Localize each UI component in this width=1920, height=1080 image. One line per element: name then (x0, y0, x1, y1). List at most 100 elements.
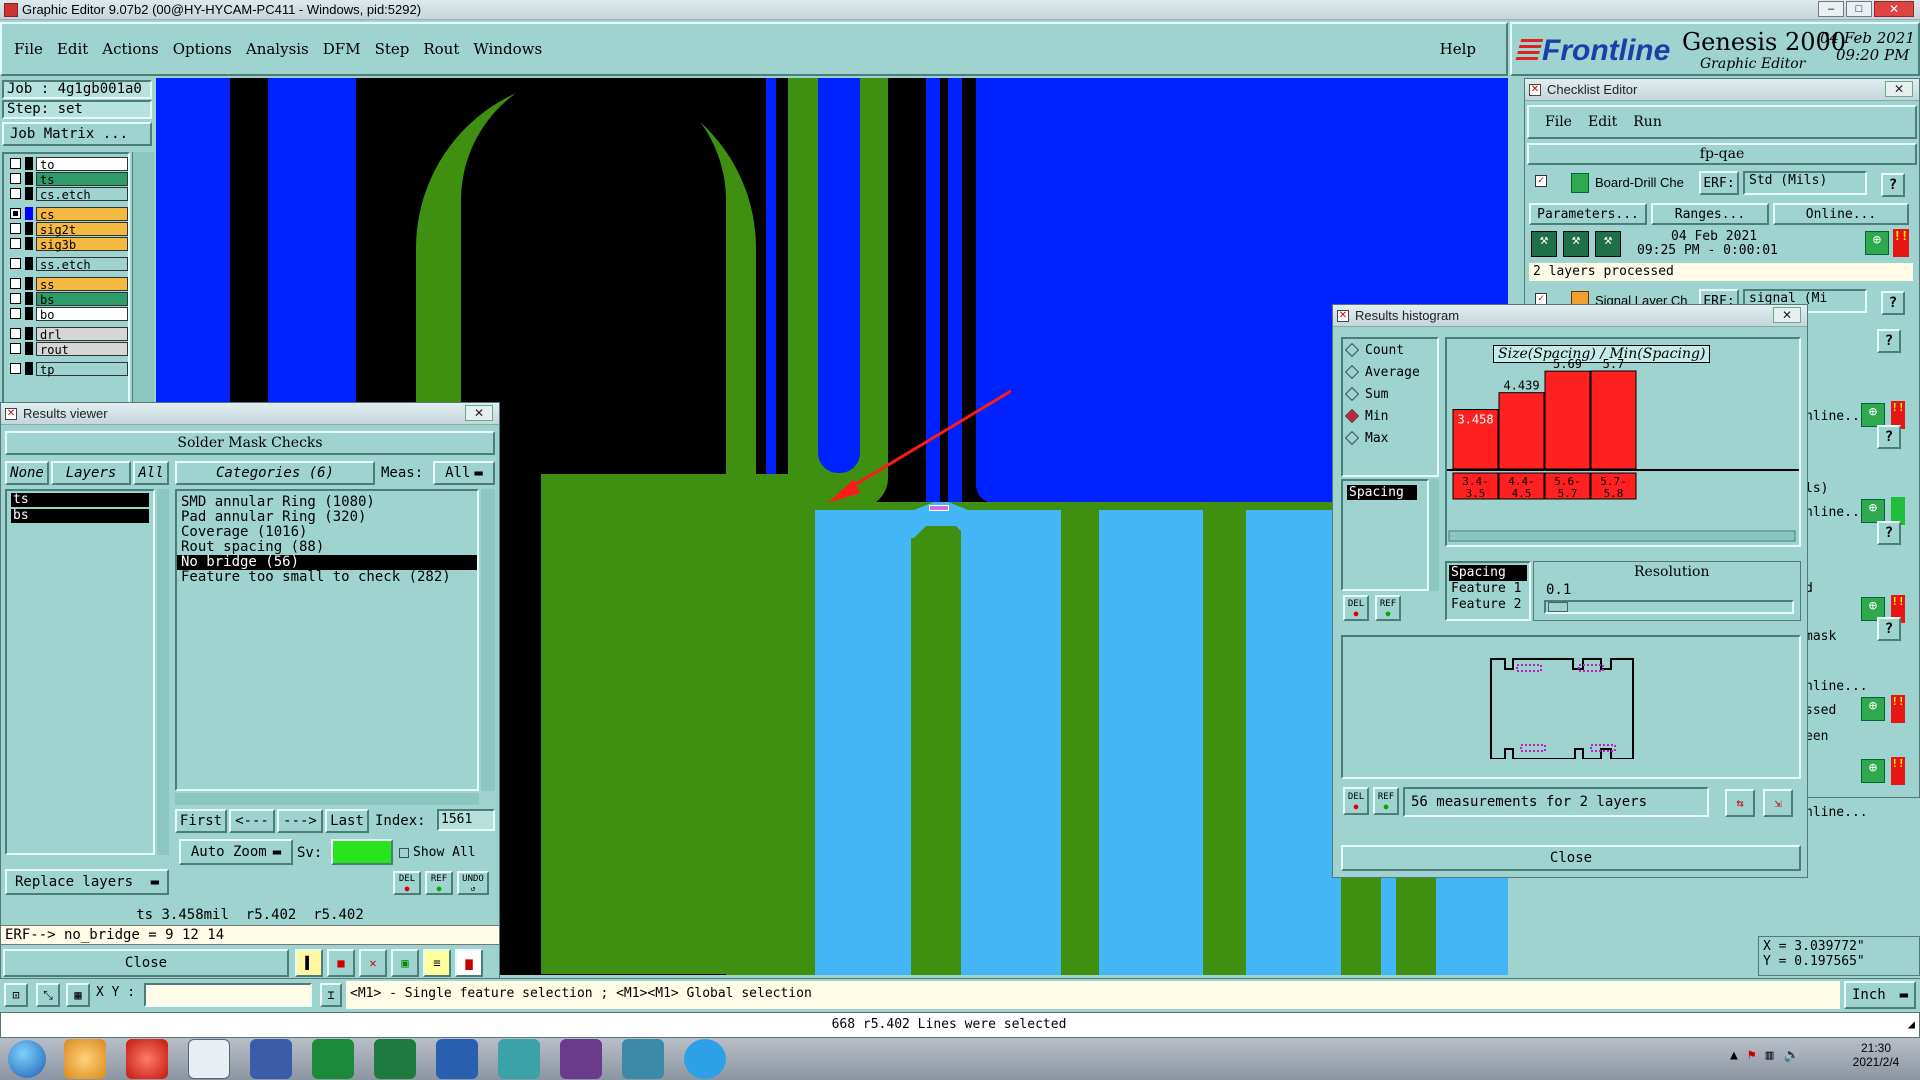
layer-checkbox[interactable] (10, 238, 21, 249)
help-button[interactable]: ? (1877, 521, 1901, 545)
genesis-x-icon[interactable] (560, 1039, 602, 1079)
pointer-icon[interactable]: ⌶ (320, 983, 342, 1007)
shell-app-icon[interactable] (64, 1039, 106, 1079)
eye-app-2-icon[interactable] (622, 1039, 664, 1079)
erf-button[interactable]: ERF: (1699, 171, 1739, 195)
hist-field-item[interactable]: Feature 1 (1449, 581, 1527, 597)
resize-grip-icon[interactable]: ◢ (1908, 1017, 1915, 1031)
menu-actions[interactable]: Actions (102, 40, 158, 58)
result-layer-item[interactable]: ts (11, 493, 149, 507)
layer-row-to[interactable]: to (10, 156, 128, 172)
parameters-button[interactable]: Parameters... (1529, 203, 1647, 225)
help-button[interactable]: ? (1877, 425, 1901, 449)
category-item[interactable]: Coverage (1016) (177, 525, 477, 540)
layer-checkbox[interactable] (10, 223, 21, 234)
hist-option-count[interactable]: Count (1343, 339, 1437, 361)
categories-hscrollbar[interactable] (175, 793, 479, 805)
layer-checkbox[interactable] (10, 208, 21, 219)
checklist-close-icon[interactable]: ✕ (1885, 81, 1913, 97)
layer-checkbox[interactable] (10, 363, 21, 374)
zoom-in-icon[interactable]: ⊕ (1861, 697, 1885, 721)
partial-check-label[interactable]: een (1805, 729, 1828, 744)
histogram-close-button[interactable]: Close (1341, 845, 1801, 871)
checklist-menu-edit[interactable]: Edit (1588, 114, 1617, 130)
unit-dropdown[interactable]: Inch ▬ (1844, 981, 1916, 1009)
layer-row-tp[interactable]: tp (10, 361, 128, 377)
layer-checkbox[interactable] (10, 308, 21, 319)
list-icon[interactable]: ≡ (423, 949, 451, 977)
window-menu-icon[interactable]: ✕ (5, 408, 17, 420)
layer-row-drl[interactable]: drl (10, 326, 128, 342)
tool-icon-2[interactable]: ⤡ (36, 983, 60, 1007)
layer-row-cs[interactable]: cs (10, 206, 128, 222)
meas-dropdown[interactable]: All ▬ (433, 461, 495, 485)
first-button[interactable]: First (175, 809, 227, 833)
word-icon[interactable] (436, 1039, 478, 1079)
xy-input[interactable] (144, 983, 312, 1007)
messenger-icon[interactable] (684, 1039, 726, 1079)
category-item[interactable]: Rout spacing (88) (177, 540, 477, 555)
alert-icon[interactable]: !! (1891, 695, 1905, 723)
prev-button[interactable]: <--- (229, 809, 275, 833)
maximize-button[interactable]: □ (1846, 1, 1872, 17)
hist-ref-button[interactable]: REF ● (1375, 595, 1401, 621)
histogram-icon[interactable]: ▆ (455, 949, 483, 977)
show-all-checkbox[interactable]: Show All (399, 845, 476, 860)
partial-check-label[interactable]: ls) (1805, 481, 1828, 496)
layer-checkbox[interactable] (10, 173, 21, 184)
replace-layers-dropdown[interactable]: Replace layers ▬ (5, 869, 169, 895)
layer-checkbox[interactable] (10, 293, 21, 304)
partial-check-label[interactable]: nline... (1805, 679, 1868, 694)
checklist-menu-file[interactable]: File (1545, 114, 1572, 130)
tool-icon-3[interactable]: ▦ (66, 983, 90, 1007)
online-button[interactable]: Online... (1773, 203, 1909, 225)
layers-button[interactable]: Layers (51, 461, 131, 485)
partial-check-label[interactable]: nline... (1805, 505, 1868, 520)
slider-thumb[interactable] (1548, 602, 1568, 612)
field-list-scrollbar[interactable] (1429, 479, 1439, 591)
del-button[interactable]: DEL ● (393, 871, 421, 895)
layer-row-rout[interactable]: rout (10, 341, 128, 357)
layer-checkbox[interactable] (10, 188, 21, 199)
layer-row-cs.etch[interactable]: cs.etch (10, 186, 128, 202)
clock[interactable]: 21:30 2021/2/4 (1836, 1041, 1916, 1069)
layer-row-sig3b[interactable]: sig3b (10, 236, 128, 252)
notepad-icon[interactable] (188, 1039, 230, 1079)
start-button[interactable] (8, 1040, 46, 1078)
none-button[interactable]: None (5, 461, 49, 485)
tray-volume-icon[interactable]: 🔊 (1783, 1048, 1799, 1063)
hist-option-max[interactable]: Max (1343, 427, 1437, 449)
menu-windows[interactable]: Windows (473, 40, 542, 58)
checklist-menu-run[interactable]: Run (1633, 114, 1662, 130)
menu-file[interactable]: File (14, 40, 43, 58)
help-button[interactable]: ? (1877, 617, 1901, 641)
highlight-icon[interactable]: ■ (327, 949, 355, 977)
export-icon[interactable]: ▣ (391, 949, 419, 977)
index-input[interactable]: 1561 (437, 809, 495, 831)
check-enabled-icon[interactable]: ✓ (1535, 175, 1547, 187)
result-layer-item[interactable]: bs (11, 509, 149, 523)
ref-button[interactable]: REF ● (425, 871, 453, 895)
next-button[interactable]: ---> (277, 809, 323, 833)
result-layer-scrollbar[interactable] (157, 489, 169, 855)
hist-hscrollbar[interactable] (1448, 530, 1796, 542)
zoom-in-icon[interactable]: ⊕ (1861, 403, 1885, 427)
menu-edit[interactable]: Edit (57, 40, 88, 58)
menu-analysis[interactable]: Analysis (246, 40, 309, 58)
export-icon[interactable]: ⇲ (1763, 789, 1793, 817)
layer-checkbox[interactable] (10, 258, 21, 269)
hist-option-average[interactable]: Average (1343, 361, 1437, 383)
swap-icon[interactable]: ⇆ (1725, 789, 1755, 817)
tray-flag-icon[interactable]: ⚑ (1748, 1048, 1756, 1063)
hist-field-item[interactable]: Spacing (1449, 565, 1527, 581)
zoom-dropdown[interactable]: Auto Zoom ▬ (179, 839, 293, 865)
layer-row-bo[interactable]: bo (10, 306, 128, 322)
close-window-button[interactable]: ✕ (1874, 1, 1914, 17)
save-icon[interactable] (250, 1039, 292, 1079)
minimize-button[interactable]: – (1818, 1, 1844, 17)
alert-icon[interactable]: !! (1891, 757, 1905, 785)
hist-del2-button[interactable]: DEL ● (1343, 787, 1369, 815)
hist-option-min[interactable]: Min (1343, 405, 1437, 427)
help-button[interactable]: ? (1881, 173, 1905, 197)
layer-row-ts[interactable]: ts (10, 171, 128, 187)
